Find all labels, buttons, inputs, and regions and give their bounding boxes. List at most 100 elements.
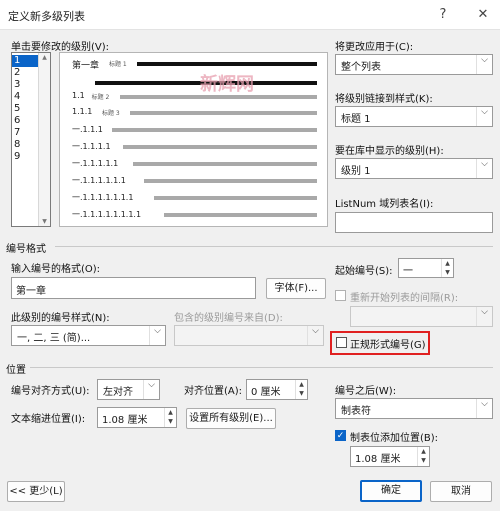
aligned-at-label: 对齐位置(A): — [184, 386, 243, 397]
chevron-down-icon: ⌵ — [149, 326, 165, 345]
preview-line — [122, 145, 317, 149]
gallery-level-label: 要在库中显示的级别(H): — [335, 146, 444, 157]
link-style-select[interactable]: 标题 1 ⌵ — [335, 106, 493, 127]
start-at-value: 一 — [403, 266, 413, 277]
indent-label: 文本缩进位置(I): — [11, 414, 86, 425]
watermark-logo: 新辉网 — [200, 74, 254, 95]
link-style-value: 标题 1 — [341, 114, 371, 125]
level-list-label: 单击要修改的级别(V): — [11, 42, 110, 53]
enter-format-label: 输入编号的格式(O): — [11, 264, 101, 275]
level-item[interactable]: 5 — [12, 103, 38, 115]
include-level-label: 包含的级别编号来自(D): — [174, 313, 283, 324]
title-bar: 定义新多级列表 ? ✕ — [0, 0, 500, 30]
preview-line — [137, 62, 317, 66]
aligned-at-value: 0 厘米 — [251, 387, 281, 398]
follow-label: 编号之后(W): — [335, 386, 397, 397]
scroll-down-icon[interactable]: ▼ — [39, 218, 50, 225]
follow-select[interactable]: 制表符 ⌵ — [335, 398, 493, 419]
section-divider — [55, 246, 493, 247]
chevron-down-icon: ⌵ — [307, 326, 323, 345]
level-listbox[interactable]: 123456789 ▲ ▼ — [11, 52, 51, 227]
number-format-section-title: 编号格式 — [6, 244, 46, 255]
preview-pane: 第一章 标题 1 1.1 标题 2 1.1.1 标题 3 一.1.1.1 一.1.1.1.1 一… — [59, 52, 328, 227]
spinner-arrows-icon[interactable]: ▲ ▼ — [441, 259, 453, 277]
number-style-value: 一, 二, 三 (简)... — [17, 333, 91, 344]
preview-number: 一.1.1.1.1 — [72, 142, 111, 151]
legal-style-label: 正规形式编号(G) — [350, 340, 426, 351]
level-item[interactable]: 8 — [12, 139, 38, 151]
number-style-label: 此级别的编号样式(N): — [11, 313, 110, 324]
alignment-label: 编号对齐方式(U): — [11, 386, 90, 397]
preview-line — [112, 128, 317, 132]
preview-style-tag: 标题 1 — [109, 61, 127, 68]
close-button[interactable]: ✕ — [472, 5, 494, 25]
restart-select[interactable]: ⌵ — [350, 306, 493, 327]
enter-format-input[interactable]: 第一章 — [11, 277, 256, 299]
preview-number: 第一章 — [72, 61, 100, 71]
preview-number: 一.1.1.1 — [72, 125, 103, 134]
tab-stop-checkbox[interactable]: ✓ — [335, 430, 346, 441]
preview-line — [164, 213, 317, 217]
less-button[interactable]: << 更少(L) — [7, 481, 65, 502]
level-item[interactable]: 4 — [12, 91, 38, 103]
scroll-up-icon[interactable]: ▲ — [39, 54, 50, 61]
preview-line — [143, 179, 317, 183]
tab-stop-value: 1.08 厘米 — [355, 454, 401, 465]
checkmark-icon: ✓ — [336, 431, 345, 441]
level-item[interactable]: 2 — [12, 67, 38, 79]
ok-button[interactable]: 确定 — [360, 480, 422, 502]
preview-line — [133, 162, 317, 166]
gallery-level-select[interactable]: 级别 1 ⌵ — [335, 158, 493, 179]
preview-number: 一.1.1.1.1.1 — [72, 159, 119, 168]
level-scrollbar[interactable]: ▲ ▼ — [38, 53, 50, 226]
chevron-down-icon: ⌵ — [476, 159, 492, 178]
indent-spinner[interactable]: 1.08 厘米 ▲ ▼ — [97, 407, 177, 428]
chevron-down-icon: ⌵ — [476, 107, 492, 126]
preview-number: 1.1 — [72, 91, 85, 100]
chevron-down-icon: ⌵ — [476, 55, 492, 74]
aligned-at-spinner[interactable]: 0 厘米 ▲ ▼ — [246, 379, 308, 400]
spinner-arrows-icon[interactable]: ▲ ▼ — [295, 380, 307, 399]
preview-style-tag: 标题 2 — [91, 94, 110, 101]
preview-style-tag: 标题 3 — [102, 110, 120, 117]
apply-to-value: 整个列表 — [341, 62, 381, 73]
listnum-label: ListNum 域列表名(I): — [335, 199, 434, 210]
help-button[interactable]: ? — [432, 5, 454, 25]
indent-value: 1.08 厘米 — [102, 415, 148, 426]
spinner-arrows-icon[interactable]: ▲ ▼ — [164, 408, 176, 427]
level-item[interactable]: 7 — [12, 127, 38, 139]
follow-value: 制表符 — [341, 406, 371, 417]
level-item[interactable]: 1 — [12, 55, 38, 67]
set-all-levels-button[interactable]: 设置所有级别(E)... — [186, 408, 276, 429]
alignment-select[interactable]: 左对齐 ⌵ — [97, 379, 160, 400]
cancel-button[interactable]: 取消 — [430, 481, 492, 502]
window-title: 定义新多级列表 — [8, 10, 85, 23]
tab-stop-label: 制表位添加位置(B): — [350, 433, 439, 444]
chevron-down-icon: ⌵ — [143, 380, 159, 399]
preview-number: 1.1.1 — [72, 107, 93, 116]
start-at-spinner[interactable]: 一 ▲ ▼ — [398, 258, 454, 278]
gallery-level-value: 级别 1 — [341, 166, 371, 177]
number-style-select[interactable]: 一, 二, 三 (简)... ⌵ — [11, 325, 166, 346]
level-item[interactable]: 3 — [12, 79, 38, 91]
spinner-arrows-icon[interactable]: ▲ ▼ — [417, 447, 429, 466]
apply-to-label: 将更改应用于(C): — [335, 42, 414, 53]
restart-checkbox[interactable] — [335, 290, 346, 301]
legal-style-checkbox[interactable] — [336, 337, 347, 348]
section-divider — [30, 367, 493, 368]
chevron-down-icon: ⌵ — [476, 307, 492, 326]
preview-line — [154, 196, 317, 200]
link-style-label: 将级别链接到样式(K): — [335, 94, 433, 105]
tab-stop-spinner[interactable]: 1.08 厘米 ▲ ▼ — [350, 446, 430, 467]
level-item[interactable]: 6 — [12, 115, 38, 127]
enter-format-value: 第一章 — [16, 286, 46, 297]
start-at-label: 起始编号(S): — [335, 266, 393, 277]
include-level-select[interactable]: ⌵ — [174, 325, 324, 346]
font-button[interactable]: 字体(F)... — [266, 278, 326, 299]
chevron-down-icon: ⌵ — [476, 399, 492, 418]
alignment-value: 左对齐 — [103, 387, 133, 398]
level-item[interactable]: 9 — [12, 151, 38, 163]
preview-number: 一.1.1.1.1.1.1.1.1 — [72, 210, 142, 219]
apply-to-select[interactable]: 整个列表 ⌵ — [335, 54, 493, 75]
listnum-input[interactable] — [335, 212, 493, 233]
